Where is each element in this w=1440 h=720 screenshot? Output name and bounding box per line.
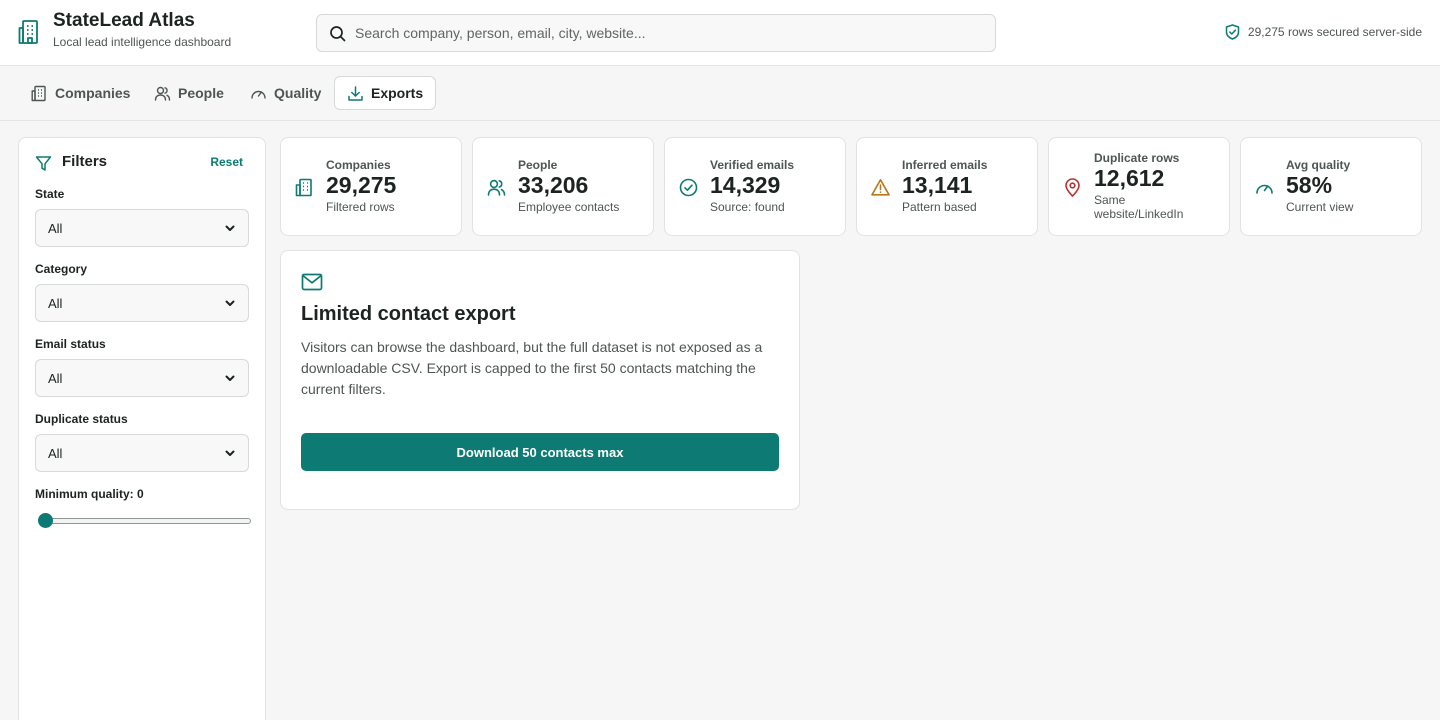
tab-people[interactable]: People	[142, 76, 236, 110]
export-description: Visitors can browse the dashboard, but t…	[301, 339, 763, 397]
stat-card-duplicate-rows: Duplicate rows 12,612 Same website/Linke…	[1048, 137, 1230, 236]
gauge-icon	[250, 85, 267, 102]
security-status-text: 29,275 rows secured server-side	[1247, 25, 1422, 39]
category-label: Category	[35, 262, 88, 276]
stat-label: Companies	[326, 158, 391, 172]
min-quality-slider-thumb[interactable]	[38, 513, 53, 528]
gauge-icon	[1255, 178, 1274, 197]
tab-quality[interactable]: Quality	[238, 76, 333, 110]
users-icon	[487, 178, 506, 197]
stat-card-avg-quality: Avg quality 58% Current view	[1240, 137, 1422, 236]
duplicate-status-label: Duplicate status	[35, 412, 128, 426]
duplicate-status-select-value: All	[48, 445, 63, 461]
stat-label: Verified emails	[710, 158, 795, 172]
building-icon	[295, 178, 314, 197]
stat-card-people: People 33,206 Employee contacts	[472, 137, 654, 236]
stat-label: Duplicate rows	[1094, 151, 1180, 165]
min-quality-slider-track[interactable]	[41, 518, 251, 524]
search-icon	[329, 25, 346, 42]
stat-sub: Pattern based	[902, 200, 977, 214]
map-pin-icon	[1063, 178, 1082, 197]
stat-sub: Source: found	[710, 200, 785, 214]
stat-sub: Employee contacts	[518, 200, 620, 214]
check-circle-icon	[679, 178, 698, 197]
state-label: State	[35, 187, 65, 201]
tab-label: Quality	[274, 85, 322, 101]
stat-value: 33,206	[518, 172, 589, 198]
chevron-down-icon	[224, 447, 236, 459]
tab-exports[interactable]: Exports	[334, 76, 437, 110]
category-select[interactable]: All	[35, 284, 249, 322]
building-icon	[31, 85, 48, 102]
mail-icon	[301, 273, 323, 291]
stat-card-verified-emails: Verified emails 14,329 Source: found	[664, 137, 846, 236]
email-status-select-value: All	[48, 370, 63, 386]
search-box[interactable]	[316, 14, 996, 52]
app-subtitle: Local lead intelligence dashboard	[53, 35, 232, 49]
stat-label: People	[518, 158, 558, 172]
state-select-value: All	[48, 220, 63, 236]
app-header: StateLead Atlas Local lead intelligence …	[0, 0, 1440, 66]
users-icon	[154, 85, 171, 102]
stat-card-inferred-emails: Inferred emails 13,141 Pattern based	[856, 137, 1038, 236]
export-title: Limited contact export	[301, 303, 516, 325]
reset-filters-button[interactable]: Reset	[210, 155, 243, 169]
stat-label: Inferred emails	[902, 158, 988, 172]
category-select-value: All	[48, 295, 63, 311]
duplicate-status-select[interactable]: All	[35, 434, 249, 472]
building-icon	[18, 19, 42, 45]
chevron-down-icon	[224, 297, 236, 309]
app-title: StateLead Atlas	[53, 10, 195, 31]
stat-sub: Same website/LinkedIn	[1094, 193, 1184, 221]
stat-value: 13,141	[902, 172, 973, 198]
filters-panel: Filters Reset State All Category All Ema…	[18, 137, 266, 720]
filters-title: Filters	[62, 153, 108, 170]
download-icon	[347, 85, 364, 102]
warning-icon	[871, 178, 890, 197]
state-select[interactable]: All	[35, 209, 249, 247]
export-card: Limited contact export Visitors can brow…	[280, 250, 800, 510]
tab-companies[interactable]: Companies	[19, 76, 142, 110]
email-status-label: Email status	[35, 337, 106, 351]
chevron-down-icon	[224, 222, 236, 234]
shield-check-icon	[1225, 24, 1240, 40]
stat-value: 14,329	[710, 172, 781, 198]
stat-value: 58%	[1286, 172, 1333, 198]
stat-value: 12,612	[1094, 165, 1165, 191]
download-contacts-button[interactable]: Download 50 contacts max	[301, 433, 779, 471]
security-status: 29,275 rows secured server-side	[1225, 24, 1422, 40]
min-quality-label: Minimum quality: 0	[35, 487, 144, 501]
tab-label: Exports	[371, 85, 424, 101]
search-input[interactable]	[355, 16, 985, 50]
stat-value: 29,275	[326, 172, 397, 198]
tab-bar: Companies People Quality Exports	[0, 66, 1440, 121]
stat-label: Avg quality	[1286, 158, 1351, 172]
stat-card-companies: Companies 29,275 Filtered rows	[280, 137, 462, 236]
tab-label: Companies	[55, 85, 131, 101]
email-status-select[interactable]: All	[35, 359, 249, 397]
stat-sub: Current view	[1286, 200, 1354, 214]
stat-sub: Filtered rows	[326, 200, 395, 214]
filter-icon	[35, 155, 52, 172]
tab-label: People	[178, 85, 224, 101]
chevron-down-icon	[224, 372, 236, 384]
